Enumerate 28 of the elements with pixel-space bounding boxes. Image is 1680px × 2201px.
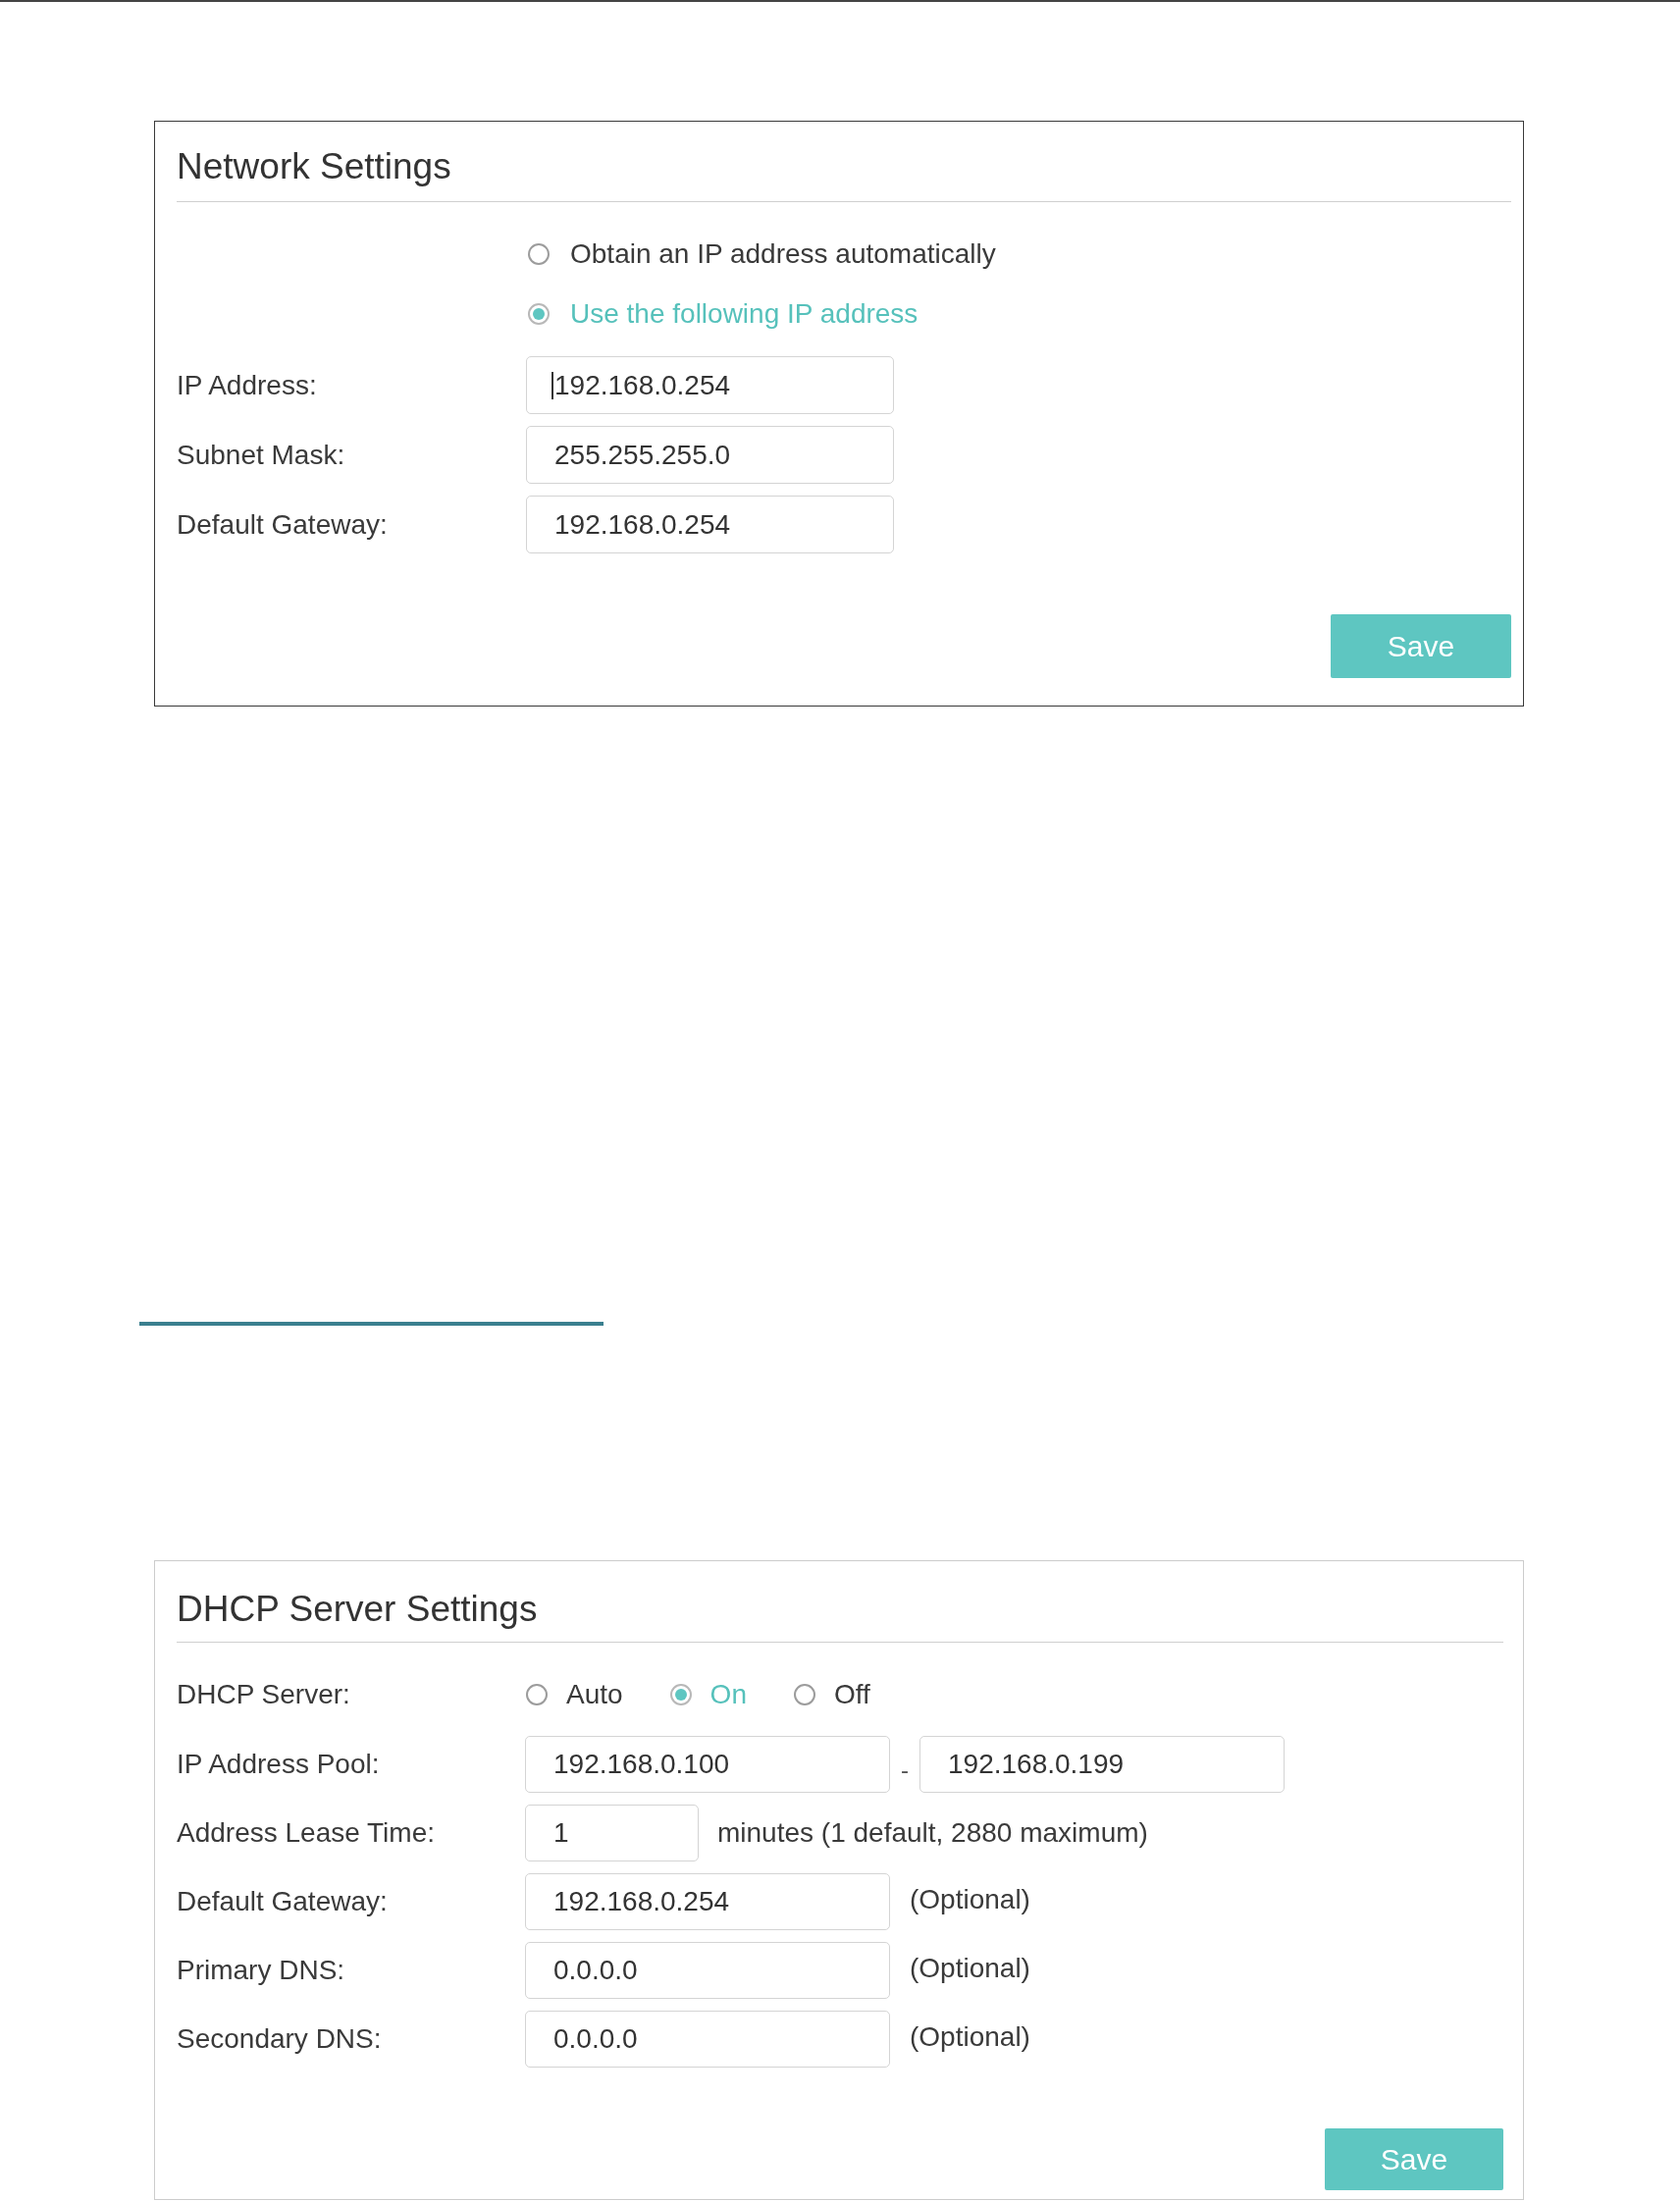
input-field[interactable]: 192.168.0.254: [526, 496, 894, 553]
field-note: (Optional): [910, 1886, 1030, 1913]
section-title: DHCP Server Settings: [177, 1590, 538, 1627]
field-note: (Optional): [910, 1955, 1030, 1982]
field-note: minutes (1 default, 2880 maximum): [717, 1819, 1148, 1847]
radio-option[interactable]: Auto: [526, 1675, 623, 1714]
field-label: Primary DNS:: [177, 1957, 345, 1984]
field-label: IP Address Pool:: [177, 1751, 380, 1778]
field-label: Default Gateway:: [177, 510, 388, 539]
input-field[interactable]: 192.168.0.254: [525, 1873, 890, 1930]
range-separator: -: [901, 1758, 909, 1782]
input-field[interactable]: 0.0.0.0: [525, 1942, 890, 1999]
field-label: DHCP Server:: [177, 1681, 350, 1708]
section-title: Network Settings: [177, 147, 451, 184]
radio-option[interactable]: Obtain an IP address automatically: [528, 235, 996, 274]
input-field[interactable]: 1: [525, 1805, 699, 1861]
field-label: Subnet Mask:: [177, 441, 345, 469]
input-field[interactable]: 192.168.0.199: [919, 1736, 1285, 1793]
field-note: (Optional): [910, 2023, 1030, 2051]
field-label: Secondary DNS:: [177, 2025, 382, 2053]
input-field[interactable]: 255.255.255.0: [526, 426, 894, 484]
radio-option[interactable]: Off: [793, 1675, 870, 1714]
field-label: IP Address:: [177, 371, 317, 399]
input-field[interactable]: 192.168.0.254: [526, 356, 894, 414]
input-field[interactable]: 192.168.0.100: [525, 1736, 890, 1793]
input-field[interactable]: 0.0.0.0: [525, 2011, 890, 2068]
field-label: Address Lease Time:: [177, 1819, 436, 1847]
field-label: Default Gateway:: [177, 1888, 388, 1915]
